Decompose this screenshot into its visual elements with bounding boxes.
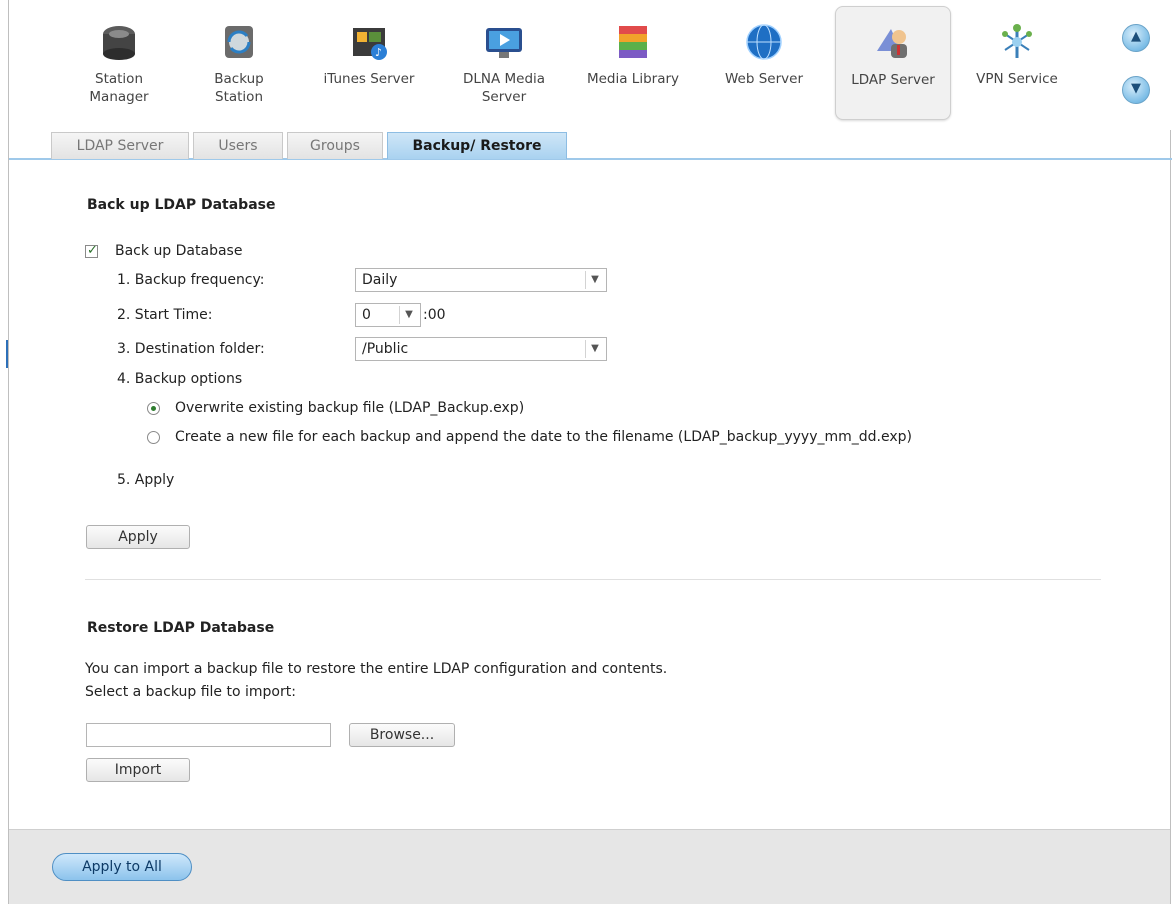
scroll-up-icon[interactable]: ▲ [1122, 24, 1150, 52]
chevron-down-icon: ▼ [399, 306, 418, 324]
app-ldap-server[interactable]: LDAP Server [835, 6, 951, 120]
start-time-label: 2. Start Time: [117, 307, 213, 323]
select-file-label: Select a backup file to import: [85, 684, 296, 700]
overwrite-radio[interactable] [147, 402, 160, 415]
apply-step-label: 5. Apply [117, 472, 175, 488]
backup-database-checkbox[interactable]: ✓ [85, 243, 98, 258]
check-icon: ✓ [87, 243, 98, 258]
section-divider [85, 579, 1101, 580]
destination-folder-select[interactable]: /Public ▼ [355, 337, 607, 361]
library-icon [611, 20, 655, 64]
tab-users[interactable]: Users [193, 132, 283, 159]
hard-drive-icon [97, 20, 141, 64]
tab-bar: LDAP Server Users Groups Backup/ Restore [9, 130, 1172, 160]
app-media-library[interactable]: Media Library [577, 6, 689, 118]
new-file-radio[interactable] [147, 431, 160, 444]
backup-database-label: Back up Database [115, 243, 243, 259]
music-icon: ♪ [347, 20, 391, 64]
app-toolbar: Station Manager Backup Station ♪ iTunes … [9, 0, 1172, 130]
app-backup-station[interactable]: Backup Station [199, 6, 279, 118]
import-button[interactable]: Import [86, 758, 190, 782]
app-itunes-server[interactable]: ♪ iTunes Server [309, 6, 429, 118]
monitor-icon [482, 20, 526, 64]
tab-backup-restore[interactable]: Backup/ Restore [387, 132, 567, 159]
app-label: Media Library [586, 71, 680, 87]
backup-frequency-select[interactable]: Daily ▼ [355, 268, 607, 292]
app-window: Station Manager Backup Station ♪ iTunes … [8, 0, 1172, 904]
app-station-manager[interactable]: Station Manager [69, 6, 169, 118]
restore-section-title: Restore LDAP Database [87, 620, 275, 636]
app-label: Backup Station [214, 71, 264, 105]
user-directory-icon [871, 21, 915, 65]
start-time-suffix: :00 [423, 307, 446, 323]
apply-to-all-button[interactable]: Apply to All [52, 853, 192, 881]
tab-ldap-server[interactable]: LDAP Server [51, 132, 189, 159]
app-dlna-media-server[interactable]: DLNA Media Server [449, 6, 559, 118]
backup-frequency-label: 1. Backup frequency: [117, 272, 265, 288]
scroll-down-icon[interactable]: ▼ [1122, 76, 1150, 104]
new-file-option-label: Create a new file for each backup and ap… [175, 429, 912, 445]
chevron-down-icon: ▼ [585, 271, 604, 289]
network-icon [995, 20, 1039, 64]
start-time-select[interactable]: 0 ▼ [355, 303, 421, 327]
apply-button[interactable]: Apply [86, 525, 190, 549]
footer-bar: Apply to All [9, 829, 1170, 904]
backup-icon [217, 20, 261, 64]
app-label: Web Server [725, 71, 803, 87]
app-label: LDAP Server [851, 72, 935, 88]
app-label: Station Manager [89, 71, 149, 105]
radio-selected-dot [151, 406, 156, 411]
overwrite-option-label: Overwrite existing backup file (LDAP_Bac… [175, 400, 525, 416]
svg-text:♪: ♪ [375, 46, 382, 59]
backup-section-title: Back up LDAP Database [87, 197, 276, 213]
backup-options-label: 4. Backup options [117, 371, 243, 387]
backup-file-input[interactable] [86, 723, 331, 747]
destination-folder-label: 3. Destination folder: [117, 341, 265, 357]
globe-icon [742, 20, 786, 64]
app-label: VPN Service [976, 71, 1058, 87]
app-vpn-service[interactable]: VPN Service [967, 6, 1067, 118]
app-label: DLNA Media Server [462, 71, 546, 105]
browse-button[interactable]: Browse... [349, 723, 455, 747]
backup-frequency-value: Daily [362, 272, 398, 288]
start-time-value: 0 [362, 307, 371, 323]
app-label: iTunes Server [323, 71, 415, 87]
restore-description: You can import a backup file to restore … [85, 661, 668, 677]
chevron-down-icon: ▼ [585, 340, 604, 358]
destination-folder-value: /Public [362, 341, 409, 357]
left-edge-marker [6, 340, 8, 368]
tab-groups[interactable]: Groups [287, 132, 383, 159]
app-web-server[interactable]: Web Server [709, 6, 819, 118]
